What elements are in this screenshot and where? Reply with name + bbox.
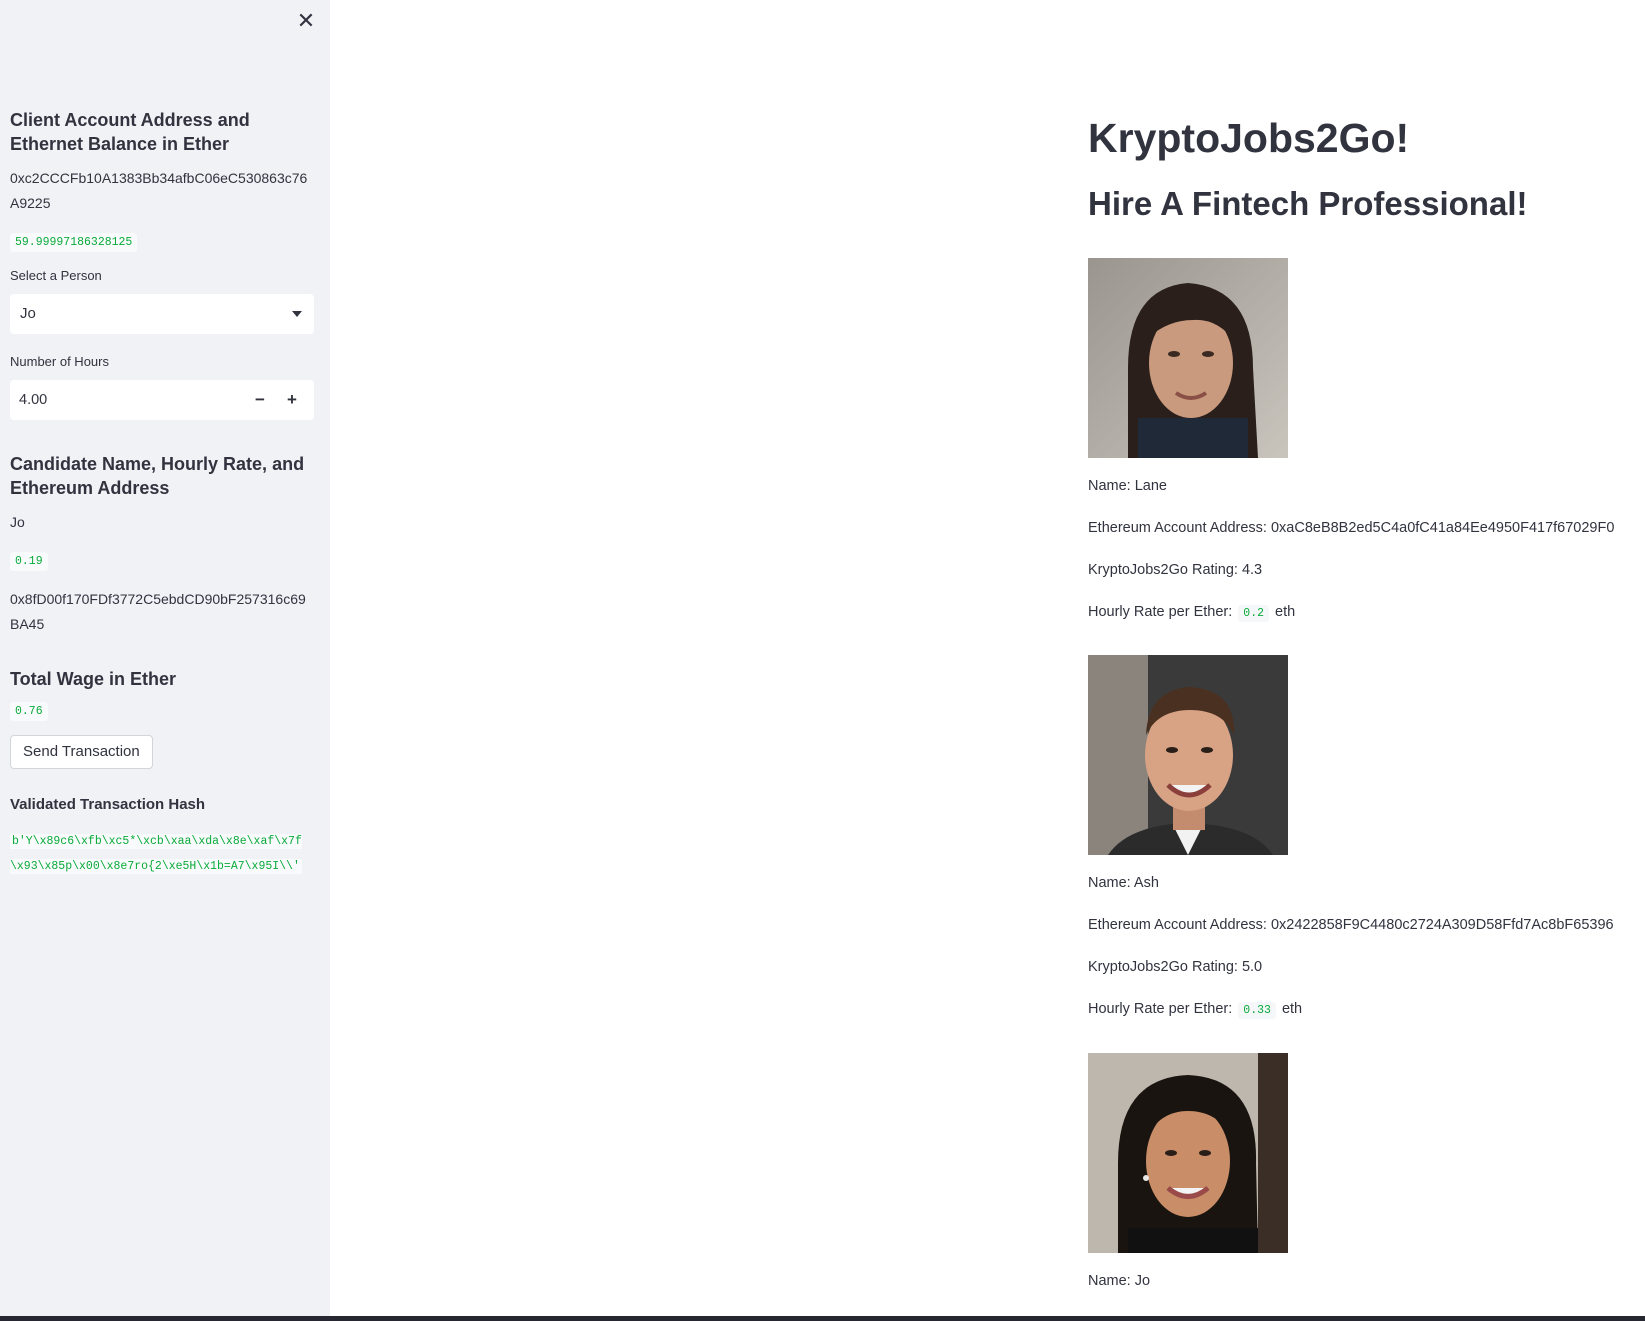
hours-input[interactable] <box>10 380 250 420</box>
transaction-hash-text: b'Y\x89c6\xfb\xc5*\xcb\xaa\xda\x8e\xaf\x… <box>10 834 302 874</box>
candidate-name: Jo <box>10 514 25 530</box>
candidate-address: 0x8fD00f170FDf3772C5ebdCD90bF257316c69BA… <box>10 591 306 632</box>
chevron-down-icon <box>292 311 302 317</box>
transaction-hash-value: b'Y\x89c6\xfb\xc5*\xcb\xaa\xda\x8e\xaf\x… <box>10 829 314 879</box>
candidate-card: Name: Lane Ethereum Account Address: 0xa… <box>1088 258 1638 623</box>
candidate-name: Name: Ash <box>1088 875 1159 891</box>
close-sidebar-icon[interactable]: ✕ <box>296 10 316 32</box>
bottom-bar <box>0 1316 1645 1321</box>
send-transaction-button[interactable]: Send Transaction <box>10 735 153 769</box>
candidate-rating: KryptoJobs2Go Rating: 5.0 <box>1088 959 1263 975</box>
candidate-rate: Hourly Rate per Ether: 0.33 eth <box>1088 998 1638 1020</box>
candidate-rate: Hourly Rate per Ether: 0.2 eth <box>1088 601 1638 623</box>
rate-label: Hourly Rate per Ether: <box>1088 1001 1233 1017</box>
rate-unit: eth <box>1275 604 1296 620</box>
rate-unit: eth <box>1281 1001 1303 1017</box>
total-wage-value: 0.76 <box>10 702 48 721</box>
sidebar-content: Client Account Address and Ethernet Bala… <box>10 108 314 879</box>
client-address: 0xc2CCCFb10A1383Bb34afbC06eC530863c76A92… <box>10 170 308 211</box>
total-wage-heading: Total Wage in Ether <box>10 669 177 689</box>
main-content: KryptoJobs2Go! Hire A Fintech Profession… <box>1088 106 1638 1292</box>
client-balance: 59.99997186328125 <box>10 233 138 252</box>
page-title: KryptoJobs2Go! <box>1088 115 1410 161</box>
candidate-address: Ethereum Account Address: 0xaC8eB8B2ed5C… <box>1088 520 1615 536</box>
decrement-button[interactable]: − <box>244 380 276 420</box>
candidate-photo <box>1088 1053 1288 1253</box>
candidate-address: Ethereum Account Address: 0x2422858F9C44… <box>1088 917 1614 933</box>
candidate-rating: KryptoJobs2Go Rating: 4.3 <box>1088 562 1263 578</box>
rate-label: Hourly Rate per Ether: <box>1088 604 1233 620</box>
sidebar: ✕ Client Account Address and Ethernet Ba… <box>0 0 330 1316</box>
app-window: ✕ Client Account Address and Ethernet Ba… <box>0 0 1645 1321</box>
hours-stepper: − + <box>10 380 314 420</box>
increment-button[interactable]: + <box>276 380 308 420</box>
candidate-heading: Candidate Name, Hourly Rate, and Ethereu… <box>10 454 305 498</box>
candidate-card: Name: Ash Ethereum Account Address: 0x24… <box>1088 655 1638 1020</box>
candidate-name: Name: Lane <box>1088 478 1167 494</box>
candidate-card: Name: Jo <box>1088 1053 1638 1292</box>
hours-label: Number of Hours <box>10 354 109 369</box>
candidate-rate: 0.19 <box>10 552 48 571</box>
person-select[interactable]: Jo <box>10 294 314 334</box>
transaction-hash-heading: Validated Transaction Hash <box>10 796 206 813</box>
client-account-heading: Client Account Address and Ethernet Bala… <box>10 110 250 154</box>
rate-value: 0.33 <box>1238 1002 1276 1019</box>
rate-value: 0.2 <box>1238 605 1270 622</box>
select-person-label: Select a Person <box>10 268 102 283</box>
candidate-name: Name: Jo <box>1088 1273 1151 1289</box>
person-select-value: Jo <box>20 305 36 322</box>
page-subtitle: Hire A Fintech Professional! <box>1088 185 1528 222</box>
candidate-photo <box>1088 655 1288 855</box>
candidate-photo <box>1088 258 1288 458</box>
